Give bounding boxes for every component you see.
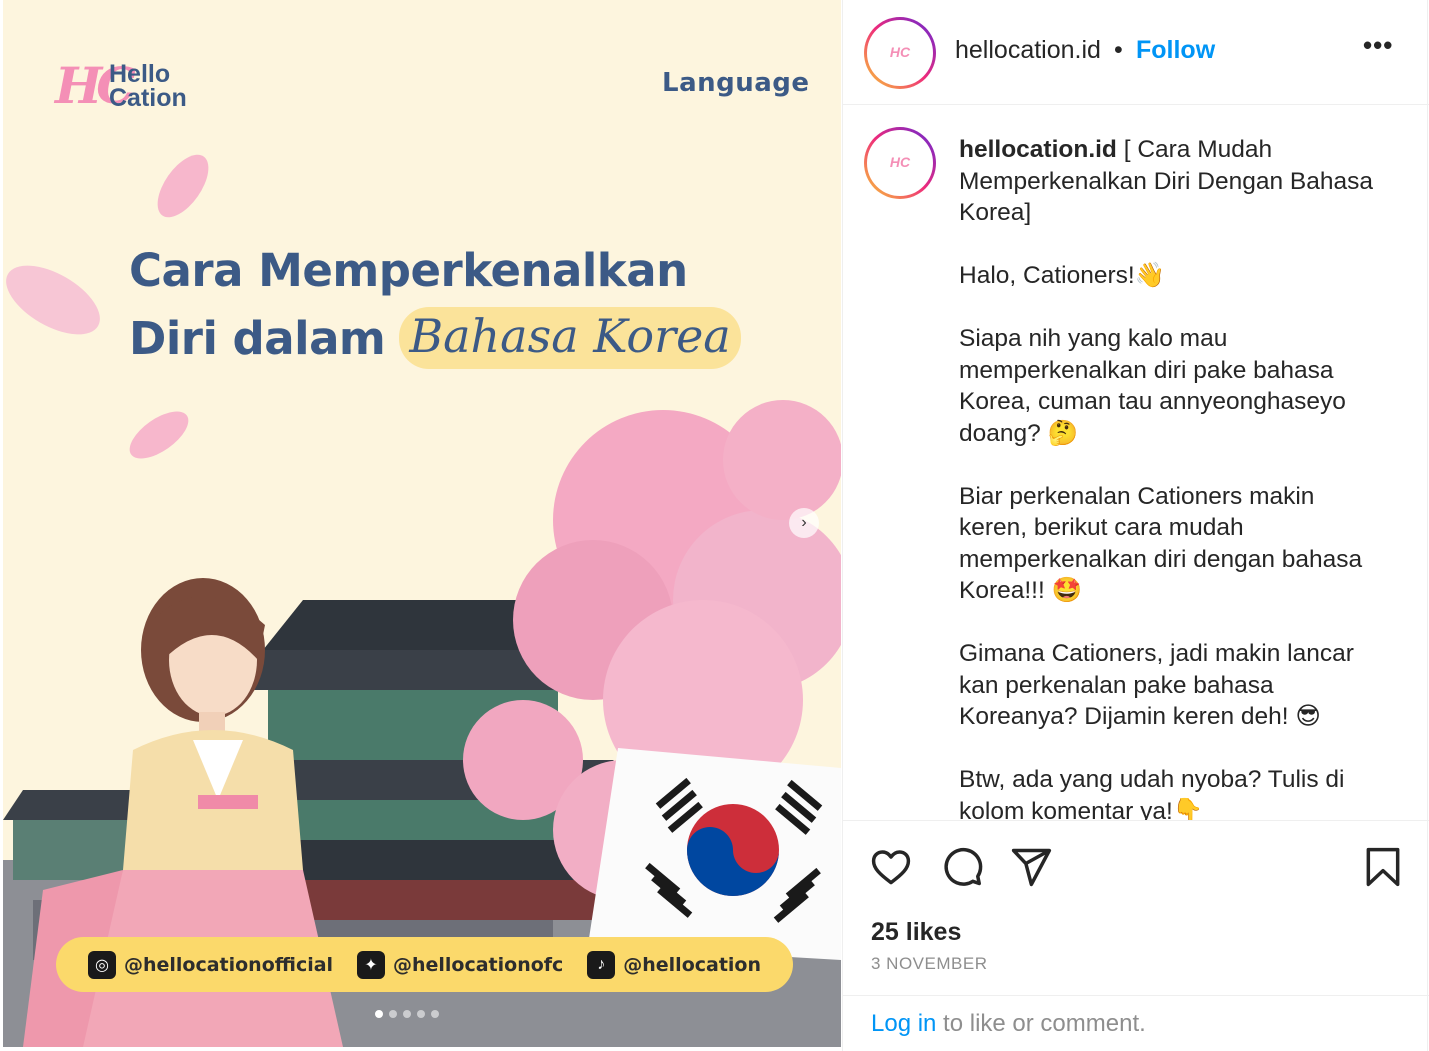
post-image[interactable]: HC Hello Cation Language Cara Memperkena… bbox=[3, 0, 841, 1047]
social-instagram: ◎ @hellocationofficial bbox=[87, 950, 334, 979]
caption-username-link[interactable]: hellocation.id bbox=[959, 136, 1117, 163]
post-actions: 25 likes 3 NOVEMBER bbox=[843, 820, 1429, 995]
carousel-dot[interactable] bbox=[431, 1010, 439, 1018]
login-link[interactable]: Log in bbox=[871, 1010, 936, 1037]
twitter-icon: ✦ bbox=[356, 950, 385, 979]
avatar-image: HC bbox=[867, 20, 933, 86]
social-tiktok: ♪ @hellocation bbox=[587, 950, 761, 979]
avatar-logo: HC bbox=[889, 154, 911, 170]
profile-avatar[interactable]: HC bbox=[864, 17, 936, 89]
post-headline: Cara Memperkenalkan Diri dalam Bahasa Ko… bbox=[129, 244, 769, 369]
login-prompt-rest: to like or comment. bbox=[936, 1010, 1146, 1037]
headline-line-1: Cara Memperkenalkan bbox=[129, 244, 688, 297]
header-username-link[interactable]: hellocation.id bbox=[955, 36, 1101, 65]
post-illustration bbox=[3, 154, 841, 1047]
headline-line-2-text: Diri dalam bbox=[129, 311, 386, 365]
logo-word-cation: Cation bbox=[109, 84, 187, 112]
avatar-logo: HC bbox=[889, 44, 911, 60]
carousel-dot-active[interactable] bbox=[375, 1010, 383, 1018]
caption-scroll-area[interactable]: HC hellocation.id [ Cara Mudah Memperken… bbox=[843, 106, 1429, 820]
avatar-image: HC bbox=[867, 130, 933, 196]
social-handle: @hellocationofc bbox=[392, 953, 564, 976]
headline-highlight: Bahasa Korea bbox=[399, 307, 741, 369]
login-prompt-text: Log in to like or comment. bbox=[871, 1010, 1146, 1038]
instagram-icon: ◎ bbox=[87, 950, 116, 979]
headline-line-2: Diri dalam Bahasa Korea bbox=[129, 307, 769, 369]
carousel-dot[interactable] bbox=[417, 1010, 425, 1018]
caption-avatar[interactable]: HC bbox=[864, 127, 936, 199]
carousel-dot[interactable] bbox=[389, 1010, 397, 1018]
post-header: HC hellocation.id • Follow ••• bbox=[843, 0, 1429, 105]
social-handles-bar: ◎ @hellocationofficial ✦ @hellocationofc… bbox=[56, 937, 793, 992]
social-handle: @hellocation bbox=[623, 953, 761, 976]
more-options-icon[interactable]: ••• bbox=[1363, 30, 1393, 61]
share-icon[interactable] bbox=[1009, 845, 1053, 889]
hellocation-logo: HC Hello Cation bbox=[55, 56, 215, 116]
caption-text: [ Cara Mudah Memperkenalkan Diri Dengan … bbox=[959, 136, 1373, 820]
post-sidebar: HC hellocation.id • Follow ••• HC helloc… bbox=[842, 0, 1429, 1051]
carousel-next-button[interactable]: › bbox=[789, 508, 819, 538]
social-twitter: ✦ @hellocationofc bbox=[356, 950, 564, 979]
bookmark-icon[interactable] bbox=[1361, 845, 1405, 889]
post-caption: hellocation.id [ Cara Mudah Memperkenalk… bbox=[959, 134, 1379, 820]
social-handle: @hellocationofficial bbox=[123, 953, 334, 976]
carousel-dot[interactable] bbox=[403, 1010, 411, 1018]
tiktok-icon: ♪ bbox=[587, 950, 616, 979]
post-date[interactable]: 3 NOVEMBER bbox=[871, 954, 987, 974]
like-heart-icon[interactable] bbox=[869, 845, 913, 889]
likes-count[interactable]: 25 likes bbox=[871, 918, 961, 947]
carousel-dots bbox=[375, 1010, 439, 1018]
comment-icon[interactable] bbox=[940, 845, 984, 889]
follow-button[interactable]: Follow bbox=[1136, 36, 1215, 65]
post-category: Language bbox=[662, 68, 810, 98]
login-prompt: Log in to like or comment. bbox=[843, 995, 1429, 1051]
header-separator: • bbox=[1114, 36, 1123, 64]
